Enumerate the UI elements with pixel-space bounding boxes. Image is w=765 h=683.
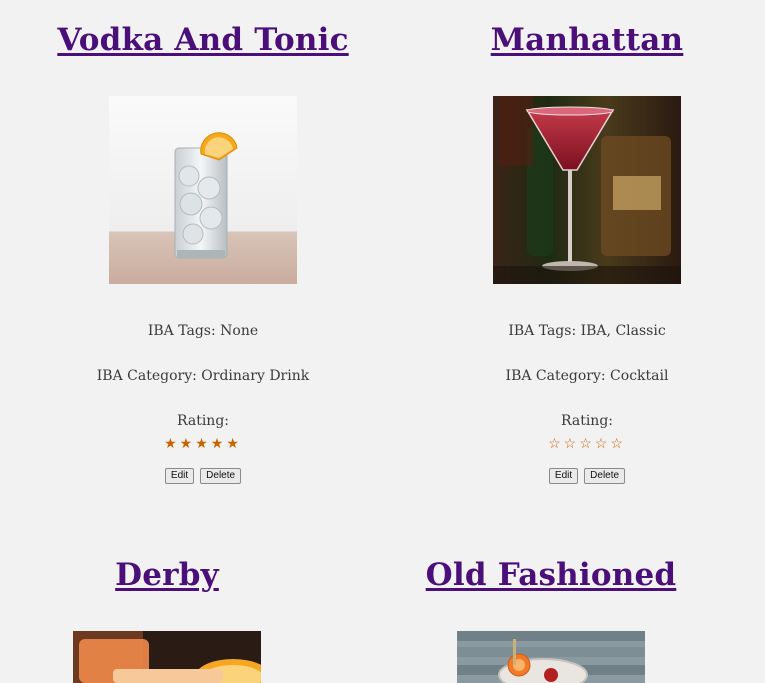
star-filled-icon[interactable]: ★ (226, 436, 242, 452)
rating-stars: ☆☆☆☆☆ (437, 436, 737, 452)
rating-label: Rating: (176, 413, 229, 429)
star-filled-icon[interactable]: ★ (164, 436, 180, 452)
delete-button[interactable]: Delete (200, 468, 242, 484)
star-empty-icon[interactable]: ☆ (610, 436, 626, 452)
rating-label: Rating: (560, 413, 613, 429)
drink-image-derby (73, 631, 261, 683)
iba-category-text: IBA Category: Cocktail (505, 368, 669, 384)
star-empty-icon[interactable]: ☆ (548, 436, 564, 452)
rating-stars: ★★★★★ (53, 436, 353, 452)
star-filled-icon[interactable]: ★ (211, 436, 227, 452)
star-filled-icon[interactable]: ★ (195, 436, 211, 452)
star-empty-icon[interactable]: ☆ (595, 436, 611, 452)
drink-title-link[interactable]: Manhattan (491, 22, 684, 58)
drink-image-manhattan (493, 96, 681, 284)
star-empty-icon[interactable]: ☆ (579, 436, 595, 452)
iba-category-text: IBA Category: Ordinary Drink (96, 368, 310, 384)
star-empty-icon[interactable]: ☆ (564, 436, 580, 452)
drink-image-old-fashioned (457, 631, 645, 683)
drink-title-link[interactable]: Vodka And Tonic (57, 22, 348, 58)
edit-button[interactable]: Edit (548, 468, 579, 484)
star-filled-icon[interactable]: ★ (180, 436, 196, 452)
delete-button[interactable]: Delete (584, 468, 626, 484)
iba-tags-text: IBA Tags: None (147, 323, 259, 339)
drink-image-vodka-tonic (109, 96, 297, 284)
edit-button[interactable]: Edit (164, 468, 195, 484)
drink-title-link[interactable]: Old Fashioned (426, 557, 677, 593)
iba-tags-text: IBA Tags: IBA, Classic (508, 323, 666, 339)
drink-title-link[interactable]: Derby (115, 557, 219, 593)
